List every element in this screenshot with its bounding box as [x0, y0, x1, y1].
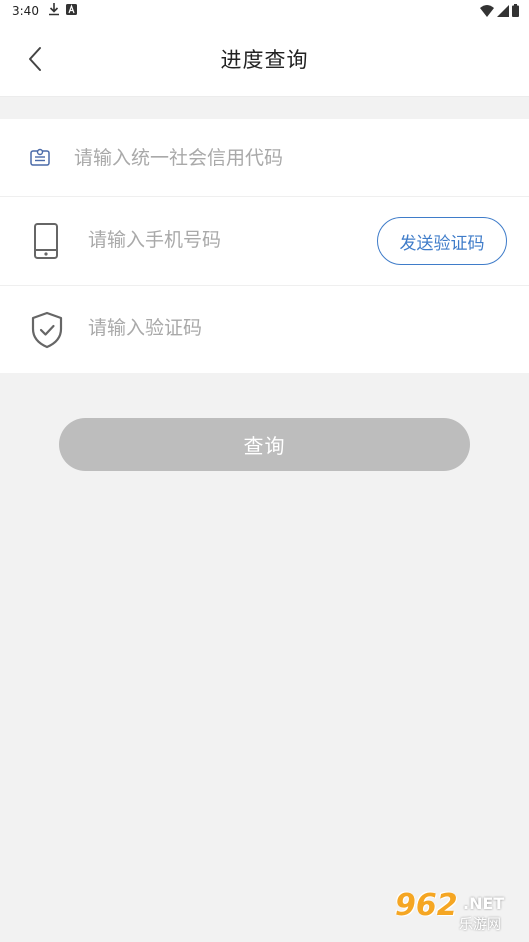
- signal-icon: [497, 4, 509, 20]
- phone-icon: [30, 221, 62, 261]
- watermark-number: 962: [395, 888, 458, 923]
- id-card-icon: [28, 145, 52, 169]
- wifi-icon: [480, 4, 494, 20]
- verify-code-input[interactable]: [88, 313, 488, 343]
- page-title: 进度查询: [220, 48, 309, 72]
- battery-icon: [512, 4, 519, 20]
- status-indicators: [480, 4, 519, 20]
- send-code-button[interactable]: 发送验证码: [377, 217, 507, 265]
- watermark-site-name: 乐游网: [459, 917, 501, 933]
- site-watermark: 962 .NET 乐游网: [391, 888, 523, 938]
- credit-code-row: [0, 119, 529, 197]
- query-form: 发送验证码: [0, 119, 529, 373]
- phone-input[interactable]: [88, 225, 358, 255]
- credit-code-input[interactable]: [74, 143, 494, 173]
- watermark-suffix: .NET: [463, 894, 505, 913]
- app-header: 进度查询: [0, 22, 529, 97]
- verify-code-row: [0, 286, 529, 373]
- query-button[interactable]: 查询: [59, 418, 470, 471]
- status-bar: 3:40: [0, 0, 529, 22]
- status-time: 3:40: [12, 4, 39, 18]
- download-icon: [48, 2, 60, 19]
- phone-row: 发送验证码: [0, 197, 529, 286]
- a-badge-icon: [66, 4, 77, 18]
- shield-check-icon: [29, 310, 65, 350]
